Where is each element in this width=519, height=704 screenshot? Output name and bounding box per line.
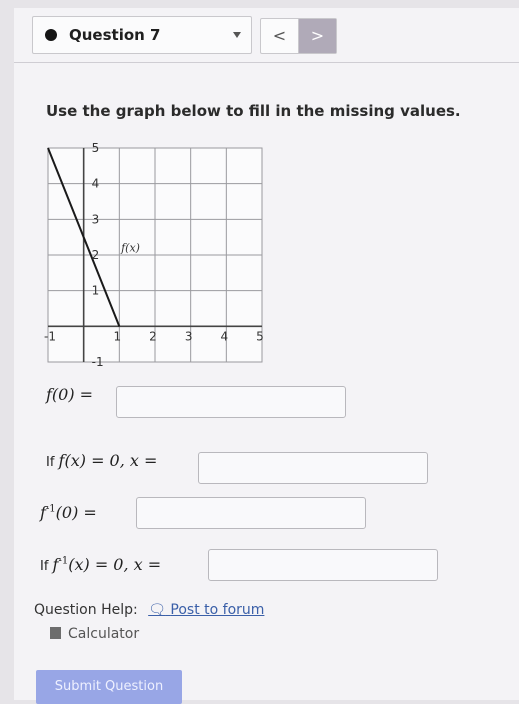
question-prefix: If bbox=[40, 559, 53, 574]
calculator-label: Calculator bbox=[68, 626, 140, 642]
x-tick-label: -1 bbox=[44, 329, 56, 343]
question-help: Question Help: 🗨︎ Post to forum bbox=[34, 602, 264, 618]
question-sup: -1 bbox=[58, 555, 69, 567]
question-page: Question 7 < > Use the graph below to fi… bbox=[14, 8, 519, 704]
calculator-link[interactable]: Calculator bbox=[50, 626, 139, 642]
question-row-finv0: f-1(0) = bbox=[40, 503, 97, 522]
forum-link-text: Post to forum bbox=[170, 602, 265, 618]
post-to-forum-link[interactable]: 🗨︎ Post to forum bbox=[148, 602, 264, 618]
question-prompt: Use the graph below to fill in the missi… bbox=[46, 102, 461, 120]
y-tick-label: 4 bbox=[92, 177, 100, 191]
function-graph: -1 1 2 3 4 5 5 4 3 2 1 -1 f(x) bbox=[44, 141, 264, 369]
answer-input-fx-zero[interactable] bbox=[198, 452, 428, 484]
question-lhs: f(0) = bbox=[46, 385, 94, 404]
question-rest: (x) = 0, x = bbox=[68, 555, 162, 574]
question-row-finv-zero: If f-1(x) = 0, x = bbox=[40, 555, 161, 574]
y-tick-label: 5 bbox=[92, 141, 100, 155]
function-label: f(x) bbox=[120, 241, 140, 254]
x-tick-label: 5 bbox=[256, 329, 264, 343]
question-row-f0: f(0) = bbox=[46, 385, 93, 404]
answer-input-finv-zero[interactable] bbox=[208, 549, 438, 581]
question-sup: -1 bbox=[45, 503, 56, 515]
question-rest: (0) = bbox=[55, 503, 97, 522]
x-tick-label: 2 bbox=[149, 329, 157, 343]
answer-input-finv0[interactable] bbox=[136, 497, 366, 529]
y-tick-label: 2 bbox=[92, 248, 100, 262]
x-tick-label: 4 bbox=[221, 329, 229, 343]
divider bbox=[14, 62, 519, 63]
calculator-icon bbox=[50, 627, 61, 639]
chevron-down-icon bbox=[233, 32, 241, 38]
question-prefix: If bbox=[46, 455, 59, 470]
question-selector[interactable]: Question 7 bbox=[32, 16, 252, 54]
x-tick-label: 1 bbox=[114, 329, 122, 343]
chat-bubble-icon: 🗨︎ bbox=[148, 602, 166, 618]
question-row-fx-zero: If f(x) = 0, x = bbox=[46, 451, 157, 470]
next-question-button[interactable]: > bbox=[299, 19, 336, 53]
x-tick-label: 3 bbox=[185, 329, 193, 343]
y-tick-label: 1 bbox=[92, 284, 100, 298]
help-label: Question Help: bbox=[34, 602, 138, 618]
submit-question-button[interactable]: Submit Question bbox=[36, 670, 182, 704]
y-tick-label: 3 bbox=[92, 212, 100, 226]
status-dot-icon bbox=[45, 29, 57, 41]
question-label: Question 7 bbox=[69, 26, 161, 44]
question-lhs: f(x) = 0, x = bbox=[58, 451, 158, 470]
question-nav: < > bbox=[260, 18, 337, 54]
y-tick-label: -1 bbox=[92, 355, 104, 369]
answer-input-f0[interactable] bbox=[116, 386, 346, 418]
prev-question-button[interactable]: < bbox=[261, 19, 299, 53]
